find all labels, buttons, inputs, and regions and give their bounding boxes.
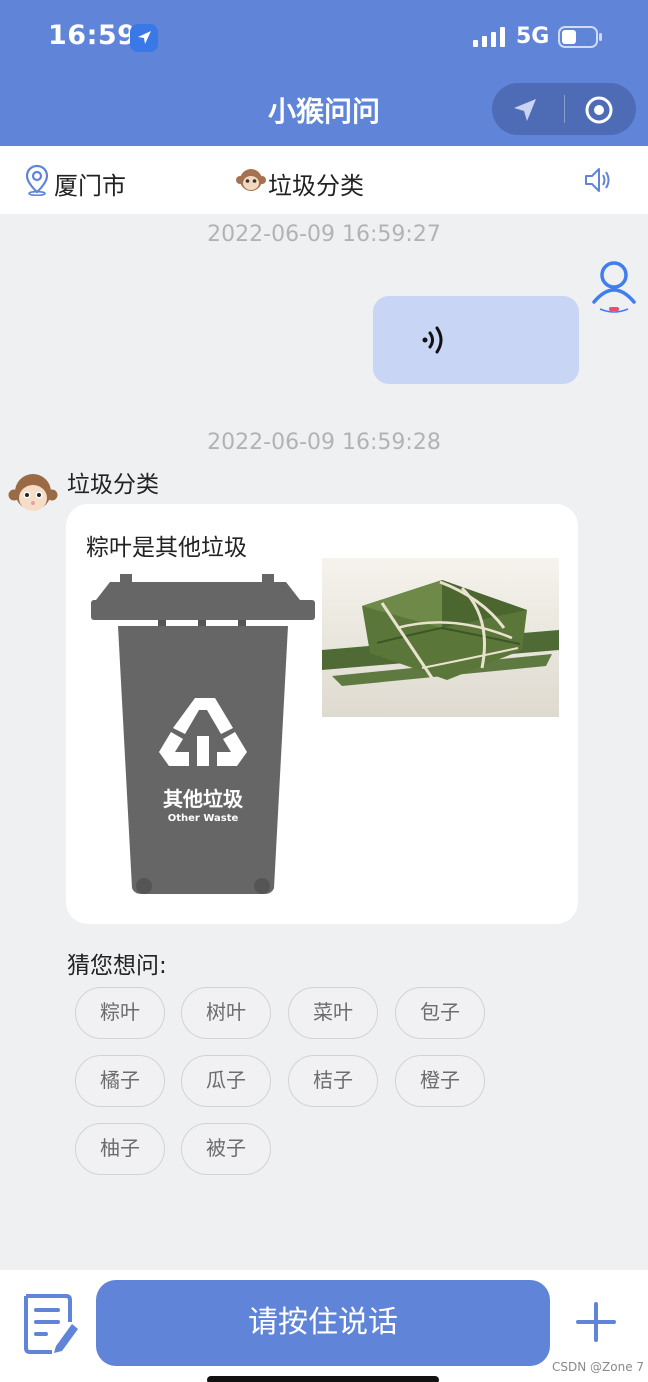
suggestion-chip[interactable]: 树叶 <box>181 987 271 1039</box>
target-icon[interactable] <box>584 95 614 125</box>
suggestion-chip[interactable]: 橙子 <box>395 1055 485 1107</box>
speaker-icon[interactable] <box>582 164 614 196</box>
message-timestamp: 2022-06-09 16:59:27 <box>207 222 441 247</box>
location-pin-icon[interactable] <box>24 164 50 196</box>
battery-icon <box>558 26 602 48</box>
location-arrow-icon <box>130 24 158 52</box>
suggestion-chip[interactable]: 桔子 <box>288 1055 378 1107</box>
bot-name: 垃圾分类 <box>67 472 159 498</box>
zongzi-leaf-photo[interactable] <box>322 558 559 717</box>
signal-icon <box>473 27 505 47</box>
monkey-icon <box>236 169 266 191</box>
home-indicator <box>207 1376 439 1382</box>
voice-wave-icon <box>422 326 443 354</box>
message-timestamp: 2022-06-09 16:59:28 <box>207 430 441 455</box>
bot-avatar <box>8 474 58 511</box>
suggestion-chip[interactable]: 橘子 <box>75 1055 165 1107</box>
navigate-icon[interactable] <box>510 95 540 125</box>
suggestion-chip[interactable]: 包子 <box>395 987 485 1039</box>
voice-message-bubble[interactable] <box>373 296 579 384</box>
suggestion-chip[interactable]: 粽叶 <box>75 987 165 1039</box>
network-type: 5G <box>516 24 550 49</box>
answer-text: 粽叶是其他垃圾 <box>86 535 247 561</box>
mode-title[interactable]: 垃圾分类 <box>268 166 364 201</box>
user-avatar-icon[interactable] <box>590 258 638 316</box>
suggestion-chip[interactable]: 菜叶 <box>288 987 378 1039</box>
hold-to-talk-button[interactable]: 请按住说话 <box>96 1280 550 1366</box>
top-bar: 16:59 5G 小猴问问 <box>0 0 648 146</box>
suggestion-chip[interactable]: 瓜子 <box>181 1055 271 1107</box>
bin-label: 其他垃圾 <box>163 787 244 811</box>
capsule-divider <box>564 95 565 123</box>
edit-icon[interactable] <box>20 1292 80 1356</box>
watermark: CSDN @Zone 7 <box>552 1360 645 1374</box>
plus-icon[interactable] <box>574 1300 618 1344</box>
mini-program-capsule <box>492 83 636 135</box>
bin-sublabel: Other Waste <box>168 813 239 824</box>
suggestions-label: 猜您想问: <box>67 953 167 979</box>
status-time: 16:59 <box>48 20 137 51</box>
suggestion-chip[interactable]: 被子 <box>181 1123 271 1175</box>
suggestion-chip[interactable]: 柚子 <box>75 1123 165 1175</box>
trash-bin-illustration: 其他垃圾 Other Waste <box>91 574 315 894</box>
city-selector[interactable]: 厦门市 <box>54 166 126 201</box>
